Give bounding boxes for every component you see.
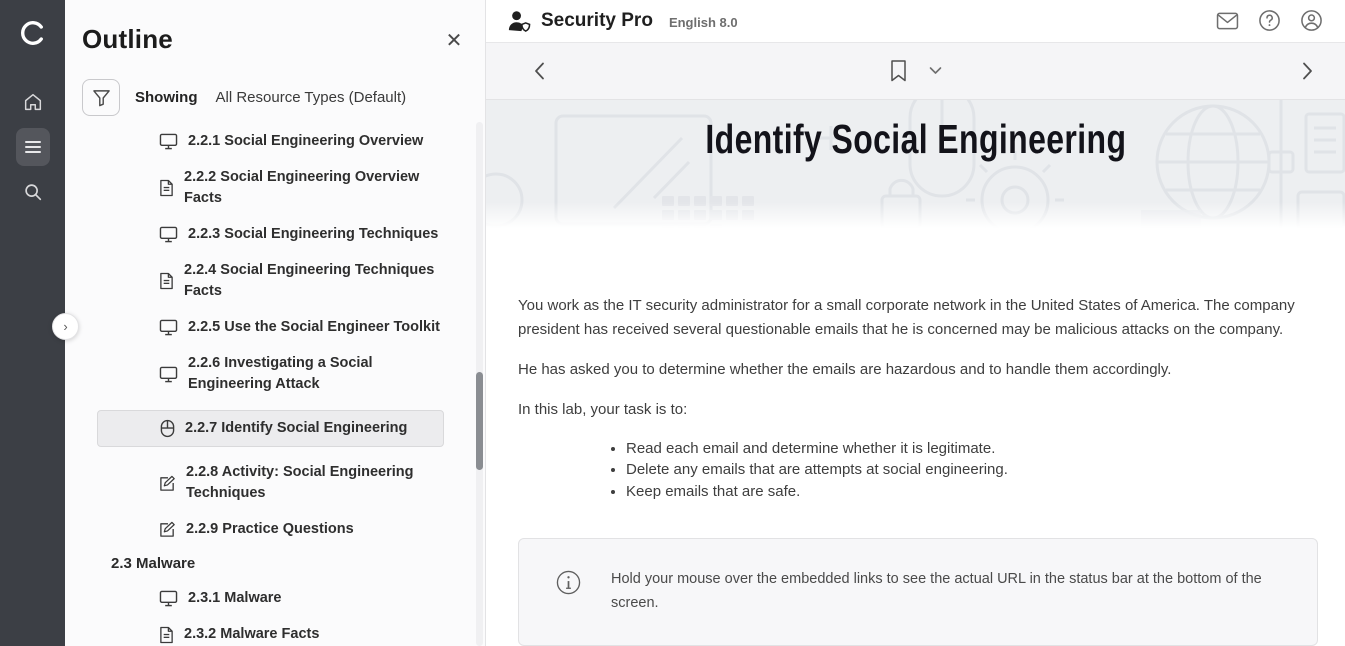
- info-note-box: Hold your mouse over the embedded links …: [518, 538, 1318, 646]
- outline-item-label: 2.2.7 Identify Social Engineering: [185, 418, 407, 439]
- mouse-icon: [160, 419, 175, 438]
- outline-item-label: 2.2.4 Social Engineering Techniques Fact…: [184, 260, 444, 302]
- outline-scrollbar-thumb[interactable]: [476, 372, 483, 470]
- outline-item[interactable]: 2.2.8 Activity: Social Engineering Techn…: [97, 462, 444, 504]
- chevron-right-icon: [1302, 61, 1313, 80]
- monitor-icon: [159, 319, 178, 336]
- monitor-icon: [159, 133, 178, 150]
- monitor-icon: [159, 226, 178, 243]
- filter-button[interactable]: [82, 79, 120, 116]
- outline-menu-icon[interactable]: [16, 128, 50, 166]
- outline-item-label: 2.2.6 Investigating a Social Engineering…: [188, 353, 444, 395]
- document-icon: [159, 626, 174, 644]
- outline-item-label: 2.3.2 Malware Facts: [184, 624, 319, 645]
- help-icon[interactable]: [1258, 9, 1281, 32]
- outline-item[interactable]: 2.2.4 Social Engineering Techniques Fact…: [97, 260, 444, 302]
- page-title: Identify Social Engineering: [486, 116, 1345, 163]
- task-list: Read each email and determine whether it…: [518, 438, 1345, 503]
- bookmark-menu-button[interactable]: [929, 67, 942, 75]
- testout-c-logo[interactable]: [16, 16, 50, 50]
- outline-item-label: 2.2.2 Social Engineering Overview Facts: [184, 167, 444, 209]
- bookmark-icon: [890, 59, 907, 82]
- lesson-paragraph: You work as the IT security administrato…: [518, 294, 1330, 342]
- outline-item-label: 2.2.8 Activity: Social Engineering Techn…: [186, 462, 444, 504]
- lesson-body: You work as the IT security administrato…: [486, 228, 1345, 646]
- filter-funnel-icon: [92, 89, 111, 107]
- product-edition: English 8.0: [669, 11, 738, 30]
- filter-row: Showing All Resource Types (Default): [82, 79, 485, 116]
- outline-item-label: 2.2.9 Practice Questions: [186, 519, 354, 540]
- lesson-banner: Identify Social Engineering: [486, 100, 1345, 228]
- outline-item[interactable]: 2.3.2 Malware Facts: [97, 624, 444, 645]
- lesson-paragraph: In this lab, your task is to:: [518, 398, 1330, 422]
- product-name: Security Pro: [541, 10, 653, 32]
- product-brand: Security Pro English 8.0: [505, 8, 738, 34]
- outline-item[interactable]: 2.2.1 Social Engineering Overview: [97, 131, 444, 152]
- filter-showing-label: Showing: [135, 89, 198, 106]
- main-header: Security Pro English 8.0: [486, 0, 1345, 43]
- task-item: Read each email and determine whether it…: [626, 438, 1345, 460]
- next-lesson-button[interactable]: [1302, 61, 1313, 80]
- outline-title: Outline: [65, 0, 485, 55]
- document-icon: [159, 272, 174, 290]
- chevron-right-icon: ›: [63, 319, 67, 334]
- pencil-icon: [159, 475, 176, 492]
- note-text: Hold your mouse over the embedded links …: [611, 567, 1283, 615]
- document-icon: [159, 179, 174, 197]
- task-item: Delete any emails that are attempts at s…: [626, 459, 1345, 481]
- person-shield-icon: [505, 8, 532, 34]
- outline-item[interactable]: 2.2.2 Social Engineering Overview Facts: [97, 167, 444, 209]
- chevron-down-icon: [929, 67, 942, 75]
- outline-item-label: 2.2.5 Use the Social Engineer Toolkit: [188, 317, 440, 338]
- previous-lesson-button[interactable]: [534, 61, 545, 80]
- outline-item[interactable]: 2.2.9 Practice Questions: [97, 519, 444, 540]
- monitor-icon: [159, 366, 178, 383]
- home-icon[interactable]: [16, 84, 50, 120]
- outline-item-label: 2.2.3 Social Engineering Techniques: [188, 224, 438, 245]
- outline-item[interactable]: 2.2.3 Social Engineering Techniques: [97, 224, 444, 245]
- lesson-paragraph: He has asked you to determine whether th…: [518, 358, 1330, 382]
- main-area: Security Pro English 8.0: [486, 0, 1345, 646]
- info-icon: [556, 570, 581, 595]
- mail-icon[interactable]: [1216, 12, 1239, 30]
- close-icon[interactable]: ✕: [443, 30, 465, 52]
- chevron-left-icon: [534, 61, 545, 80]
- account-icon[interactable]: [1300, 9, 1323, 32]
- outline-list: 2.2.1 Social Engineering Overview 2.2.2 …: [65, 131, 485, 645]
- outline-panel: Outline ✕ Showing All Resource Types (De…: [65, 0, 486, 646]
- bookmark-button[interactable]: [890, 59, 907, 82]
- pencil-icon: [159, 521, 176, 538]
- outline-section-malware[interactable]: 2.3 Malware: [111, 555, 485, 572]
- outline-item-label: 2.2.1 Social Engineering Overview: [188, 131, 423, 152]
- search-icon[interactable]: [16, 174, 50, 210]
- lesson-navbar: [486, 43, 1345, 100]
- outline-item[interactable]: 2.3.1 Malware: [97, 588, 444, 609]
- task-item: Keep emails that are safe.: [626, 481, 1345, 503]
- outline-item-label: 2.3.1 Malware: [188, 588, 282, 609]
- outline-item[interactable]: 2.2.5 Use the Social Engineer Toolkit: [97, 317, 444, 338]
- outline-item[interactable]: 2.2.6 Investigating a Social Engineering…: [97, 353, 444, 395]
- outline-item-selected[interactable]: 2.2.7 Identify Social Engineering: [97, 410, 444, 447]
- app-window: › Outline ✕ Showing All Resource Types (…: [0, 0, 1345, 646]
- monitor-icon: [159, 590, 178, 607]
- filter-value[interactable]: All Resource Types (Default): [216, 89, 407, 106]
- collapse-panel-button[interactable]: ›: [52, 313, 79, 340]
